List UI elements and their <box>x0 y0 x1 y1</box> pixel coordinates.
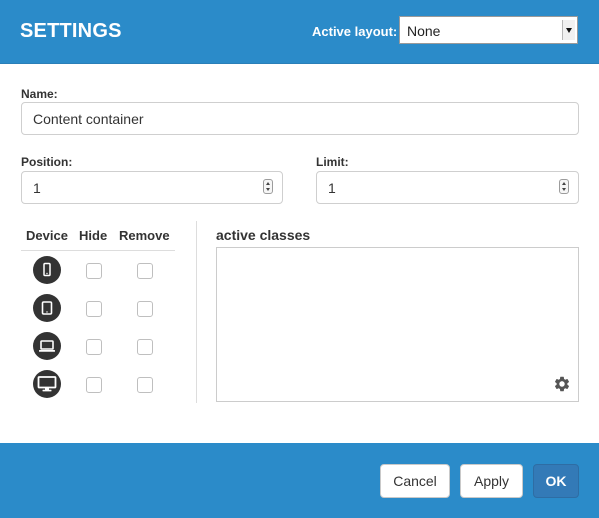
tablet-icon <box>33 294 61 322</box>
hide-column-header: Hide <box>79 228 108 243</box>
position-input[interactable] <box>21 171 283 204</box>
device-column-header: Device <box>26 228 68 243</box>
name-input[interactable] <box>21 102 579 135</box>
position-label: Position: <box>21 155 73 169</box>
table-divider <box>21 250 175 251</box>
active-classes-label: active classes <box>216 227 311 243</box>
ok-button[interactable]: OK <box>533 464 579 498</box>
chevron-down-icon <box>562 20 575 40</box>
active-layout-select[interactable]: None <box>399 16 578 44</box>
remove-laptop-checkbox[interactable] <box>137 339 153 355</box>
remove-desktop-checkbox[interactable] <box>137 377 153 393</box>
dialog-header: SETTINGS Active layout: None <box>0 0 599 64</box>
active-layout-value: None <box>407 23 441 39</box>
limit-label: Limit: <box>316 155 349 169</box>
hide-tablet-checkbox[interactable] <box>86 301 102 317</box>
laptop-icon <box>33 332 61 360</box>
desktop-icon <box>33 370 61 398</box>
section-divider <box>196 221 197 403</box>
hide-desktop-checkbox[interactable] <box>86 377 102 393</box>
dialog-title: SETTINGS <box>20 20 122 42</box>
limit-field <box>316 171 579 204</box>
phone-icon <box>33 256 61 284</box>
position-stepper-icon[interactable] <box>263 179 273 194</box>
gear-icon[interactable] <box>553 375 571 398</box>
remove-column-header: Remove <box>119 228 170 243</box>
hide-laptop-checkbox[interactable] <box>86 339 102 355</box>
cancel-button[interactable]: Cancel <box>380 464 450 498</box>
active-classes-area[interactable] <box>216 247 579 402</box>
name-label: Name: <box>21 87 58 101</box>
apply-button[interactable]: Apply <box>460 464 523 498</box>
position-field <box>21 171 283 204</box>
limit-input[interactable] <box>316 171 579 204</box>
active-layout-label: Active layout: <box>312 24 398 39</box>
hide-phone-checkbox[interactable] <box>86 263 102 279</box>
limit-stepper-icon[interactable] <box>559 179 569 194</box>
remove-tablet-checkbox[interactable] <box>137 301 153 317</box>
remove-phone-checkbox[interactable] <box>137 263 153 279</box>
